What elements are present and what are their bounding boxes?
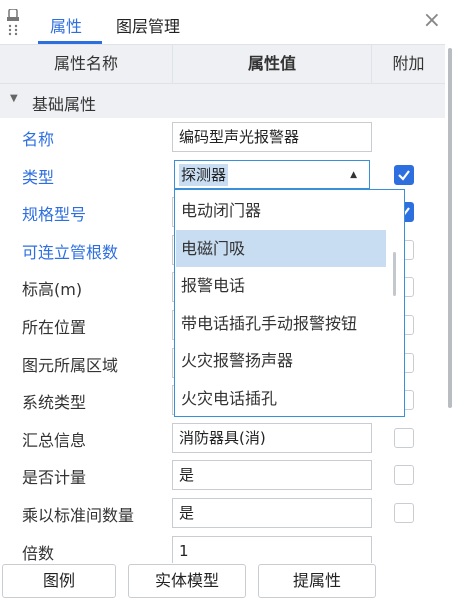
panel-footer: 图例 实体模型 提属性 — [0, 563, 455, 602]
type-dropdown-list[interactable]: 电动闭门器 电磁门吸 报警电话 带电话插孔手动报警按钮 火灾报警扬声器 火灾电话插孔 — [174, 189, 405, 417]
solid-model-button[interactable]: 实体模型 — [128, 564, 246, 598]
dropdown-option[interactable]: 电动闭门器 — [176, 192, 386, 229]
type-combobox-value: 探测器 — [179, 164, 229, 186]
panel-scrollbar-thumb[interactable] — [448, 48, 452, 408]
property-name: 系统类型 — [22, 393, 87, 412]
type-combobox[interactable]: 探测器 ▲ — [174, 160, 370, 189]
property-name: 所在位置 — [22, 318, 87, 337]
extra-checkbox[interactable] — [394, 503, 414, 523]
collapse-caret-icon[interactable]: ▼ — [10, 93, 18, 104]
property-name: 标高(m) — [22, 280, 83, 299]
property-row: 是否计量 是 — [0, 456, 445, 493]
column-header-name: 属性名称 — [53, 54, 118, 73]
property-name: 图元所属区域 — [22, 356, 119, 375]
tab-layer-management[interactable]: 图层管理 — [116, 13, 180, 37]
extra-checkbox[interactable] — [394, 165, 414, 185]
tab-layer-management-label: 图层管理 — [116, 17, 181, 36]
property-value-field[interactable]: 是 — [172, 460, 372, 490]
pin-icon[interactable] — [6, 9, 20, 37]
caret-up-icon[interactable]: ▲ — [350, 170, 357, 180]
dropdown-option[interactable]: 火灾报警扬声器 — [176, 342, 386, 379]
group-row-basic[interactable]: ▼ 基础属性 — [0, 84, 445, 118]
property-name: 名称 — [22, 130, 55, 149]
close-icon[interactable]: × — [423, 10, 441, 32]
dropdown-option[interactable]: 火灾电话插孔 — [176, 380, 386, 417]
property-name: 类型 — [22, 168, 55, 187]
property-name: 规格型号 — [22, 205, 87, 224]
property-value-field[interactable]: 编码型声光报警器 — [172, 122, 372, 152]
tab-properties[interactable]: 属性 — [38, 13, 102, 44]
extra-checkbox[interactable] — [394, 465, 414, 485]
dropdown-scrollbar-thumb[interactable] — [393, 252, 396, 296]
group-label: 基础属性 — [32, 95, 97, 114]
dropdown-option[interactable]: 带电话插孔手动报警按钮 — [176, 305, 386, 342]
extract-properties-button[interactable]: 提属性 — [258, 564, 376, 598]
column-header-extra: 附加 — [392, 54, 425, 73]
property-value-field[interactable]: 1 — [172, 536, 372, 566]
property-name: 乘以标准间数量 — [22, 506, 135, 525]
property-row: 汇总信息 消防器具(消) — [0, 419, 445, 456]
property-name: 是否计量 — [22, 468, 87, 487]
property-table-header: 属性名称 属性值 附加 — [0, 44, 445, 84]
property-row: 乘以标准间数量 是 — [0, 494, 445, 531]
dropdown-option[interactable]: 电磁门吸 — [176, 229, 386, 267]
extra-checkbox[interactable] — [394, 428, 414, 448]
property-row: 名称 编码型声光报警器 — [0, 118, 445, 155]
dropdown-option[interactable]: 报警电话 — [176, 267, 386, 304]
panel-scrollbar[interactable] — [445, 44, 455, 564]
column-header-value: 属性值 — [172, 45, 372, 83]
property-value-field[interactable]: 消防器具(消) — [172, 423, 372, 453]
property-value-field[interactable]: 是 — [172, 498, 372, 528]
tab-properties-label: 属性 — [50, 17, 83, 36]
property-name: 可连立管根数 — [22, 243, 119, 262]
property-name: 倍数 — [22, 544, 55, 563]
panel-tab-bar: 属性 图层管理 × — [0, 0, 455, 44]
legend-button[interactable]: 图例 — [2, 564, 116, 598]
property-name: 汇总信息 — [22, 431, 87, 450]
